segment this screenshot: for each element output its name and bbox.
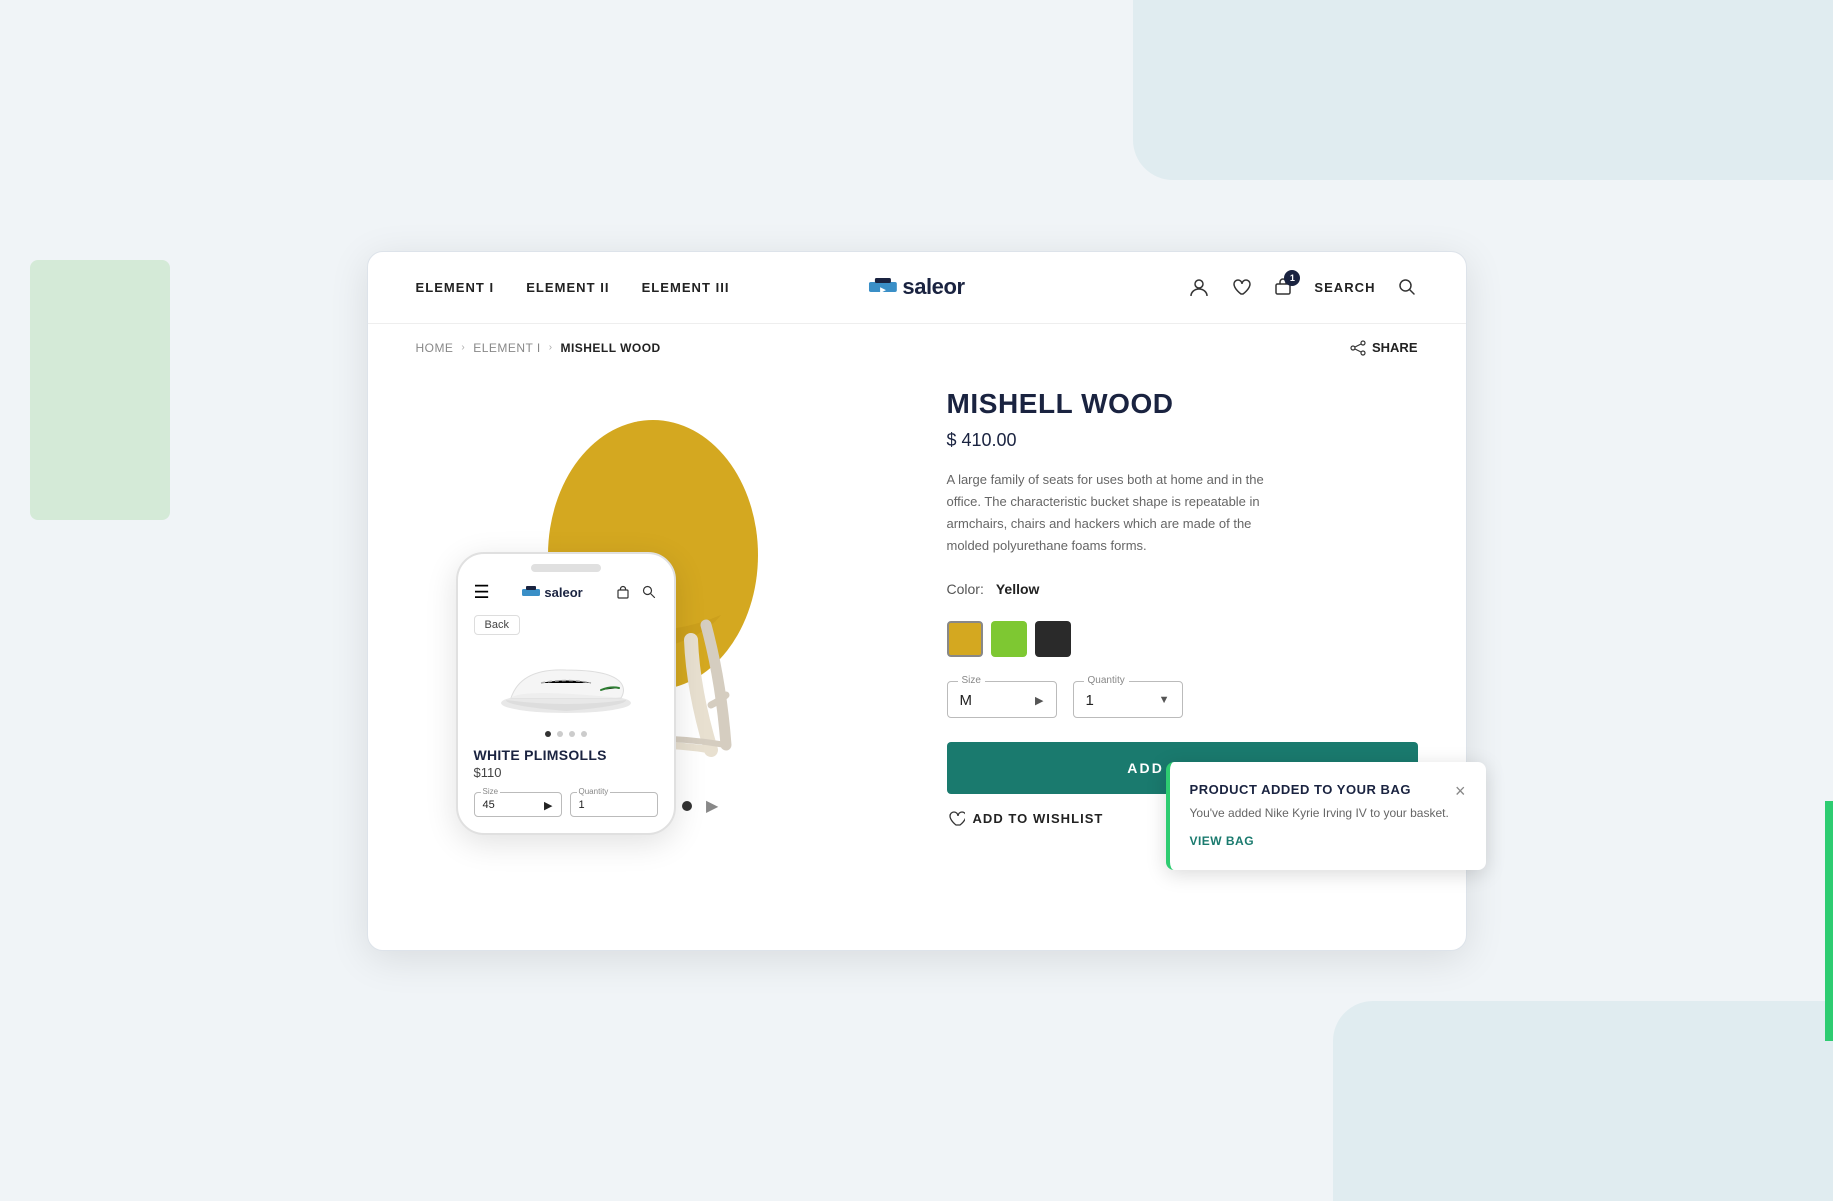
- browser-window: ELEMENT I ELEMENT II ELEMENT III ▶ saleo…: [367, 251, 1467, 951]
- mobile-carousel-dots: [458, 731, 674, 737]
- quantity-dropdown-arrow: ▼: [1159, 694, 1170, 706]
- green-bar-right: [1825, 801, 1833, 1041]
- mobile-logo: saleor: [522, 585, 582, 600]
- logo-icon: ▶: [868, 278, 896, 296]
- mobile-dot-2[interactable]: [557, 731, 563, 737]
- breadcrumb-element[interactable]: ELEMENT I: [473, 341, 540, 355]
- mobile-size-arrow: ▶: [544, 799, 552, 812]
- wishlist-icon[interactable]: [1230, 276, 1252, 298]
- color-label: Color:: [947, 581, 984, 597]
- search-label: SEARCH: [1314, 280, 1375, 295]
- mobile-product-price: $110: [458, 765, 674, 780]
- mobile-bag-icon[interactable]: [615, 584, 631, 600]
- search-icon[interactable]: [1396, 276, 1418, 298]
- logo[interactable]: ▶ saleor: [868, 274, 964, 300]
- share-button[interactable]: SHARE: [1350, 340, 1418, 356]
- mobile-notch: [531, 564, 601, 572]
- swatch-yellow[interactable]: [947, 621, 983, 657]
- size-value: M: [960, 692, 973, 709]
- mobile-dot-4[interactable]: [581, 731, 587, 737]
- size-dropdown-arrow: ▶: [1035, 694, 1043, 707]
- toast-header: PRODUCT ADDED TO YOUR BAG ×: [1190, 782, 1466, 800]
- color-selected-name: Yellow: [996, 581, 1040, 597]
- logo-text: saleor: [902, 274, 964, 300]
- svg-text:▶: ▶: [879, 287, 886, 294]
- add-to-wishlist-label: ADD TO WISHLIST: [973, 811, 1104, 826]
- mobile-size-selector[interactable]: Size 45 ▶: [474, 792, 562, 817]
- options-row: Size M ▶ Quantity 1 ▼: [947, 681, 1418, 718]
- size-value-display[interactable]: M ▶: [960, 686, 1044, 713]
- wishlist-heart-icon: [947, 810, 965, 828]
- nav-link-element2[interactable]: ELEMENT II: [526, 280, 609, 295]
- bg-decoration-bottom: [1333, 1001, 1833, 1201]
- cart-badge: 1: [1284, 270, 1300, 286]
- product-description: A large family of seats for uses both at…: [947, 469, 1287, 557]
- mobile-quantity-value-row: 1: [579, 795, 649, 813]
- mobile-size-value: 45: [483, 799, 495, 811]
- share-label: SHARE: [1372, 340, 1418, 355]
- size-label: Size: [958, 675, 985, 686]
- mobile-quantity-label: Quantity: [577, 787, 611, 796]
- mobile-logo-icon: [522, 586, 540, 598]
- breadcrumb-home[interactable]: HOME: [416, 341, 454, 355]
- mobile-dot-1[interactable]: [545, 731, 551, 737]
- toast-close-button[interactable]: ×: [1455, 782, 1466, 800]
- mobile-header-icons: [615, 584, 657, 600]
- swatch-dark[interactable]: [1035, 621, 1071, 657]
- breadcrumb: HOME › ELEMENT I › MISHELL WOOD SHARE: [368, 324, 1466, 372]
- mobile-options-row: Size 45 ▶ Quantity 1: [458, 792, 674, 817]
- mobile-menu-icon[interactable]: ☰: [474, 582, 490, 603]
- quantity-value: 1: [1086, 692, 1094, 709]
- view-bag-button[interactable]: VIEW BAG: [1190, 834, 1255, 848]
- mobile-back-button[interactable]: Back: [474, 615, 520, 635]
- nav-links: ELEMENT I ELEMENT II ELEMENT III: [416, 280, 1189, 295]
- product-details: MISHELL WOOD $ 410.00 A large family of …: [947, 380, 1418, 828]
- toast-body: You've added Nike Kyrie Irving IV to you…: [1190, 806, 1466, 820]
- product-name: MISHELL WOOD: [947, 388, 1418, 420]
- mobile-logo-text: saleor: [544, 585, 582, 600]
- swatch-green[interactable]: [991, 621, 1027, 657]
- share-icon: [1350, 340, 1366, 356]
- mobile-product-image: [486, 643, 646, 723]
- mobile-quantity-value: 1: [579, 799, 585, 811]
- quantity-selector[interactable]: Quantity 1 ▼: [1073, 681, 1183, 718]
- quantity-label: Quantity: [1084, 675, 1129, 686]
- navigation: ELEMENT I ELEMENT II ELEMENT III ▶ saleo…: [368, 252, 1466, 324]
- next-image-button[interactable]: ▶: [702, 796, 722, 816]
- nav-actions: 1 SEARCH: [1188, 276, 1417, 298]
- breadcrumb-sep2: ›: [549, 342, 553, 353]
- mobile-dot-3[interactable]: [569, 731, 575, 737]
- color-row: Color: Yellow: [947, 581, 1418, 597]
- dot-5[interactable]: [682, 801, 692, 811]
- shoe-image: [491, 648, 641, 718]
- quantity-value-display[interactable]: 1 ▼: [1086, 686, 1170, 713]
- breadcrumb-current: MISHELL WOOD: [561, 341, 661, 355]
- toast-notification: PRODUCT ADDED TO YOUR BAG × You've added…: [1166, 762, 1486, 870]
- nav-link-element1[interactable]: ELEMENT I: [416, 280, 495, 295]
- mobile-size-value-row: 45 ▶: [483, 795, 553, 814]
- product-price: $ 410.00: [947, 430, 1418, 451]
- color-swatches: [947, 621, 1418, 657]
- bg-decoration-top: [1133, 0, 1833, 180]
- bg-decoration-left-green: [30, 260, 170, 520]
- cart-icon[interactable]: 1: [1272, 276, 1294, 298]
- nav-link-element3[interactable]: ELEMENT III: [642, 280, 730, 295]
- user-icon[interactable]: [1188, 276, 1210, 298]
- mobile-search-icon[interactable]: [641, 584, 657, 600]
- mobile-product-name: WHITE PLIMSOLLS: [458, 747, 674, 763]
- breadcrumb-sep1: ›: [461, 342, 465, 353]
- mobile-header: ☰ saleor: [458, 572, 674, 611]
- mobile-quantity-selector[interactable]: Quantity 1: [570, 792, 658, 817]
- mobile-mockup: ☰ saleor Back: [456, 552, 676, 835]
- mobile-size-label: Size: [481, 787, 501, 796]
- toast-title: PRODUCT ADDED TO YOUR BAG: [1190, 782, 1412, 797]
- size-selector[interactable]: Size M ▶: [947, 681, 1057, 718]
